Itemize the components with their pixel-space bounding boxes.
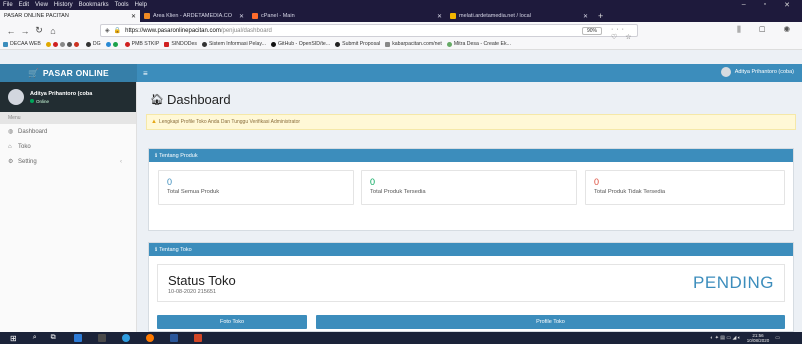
profile-toko-button[interactable]: Profile Toko [316, 315, 785, 329]
sidebar-item-toko[interactable]: ⌂ Toko [0, 139, 136, 154]
menu-tools[interactable]: Tools [115, 2, 129, 8]
warning-icon: ▲ [151, 119, 157, 125]
avatar [8, 89, 24, 105]
tab-bar: PASAR ONLINE PACITAN ✕ Area Klien - ARDE… [0, 9, 802, 22]
info-icon: ℹ [155, 246, 158, 253]
maximize-icon[interactable]: ▫ [764, 1, 766, 8]
task-view-icon[interactable]: ⧉ [51, 334, 56, 342]
status-badge: PENDING [693, 273, 774, 292]
clock[interactable]: 21:56 10/08/2020 [747, 333, 770, 343]
tray-icons[interactable]: ◐ ✦ ▤ ▭ ◢ 🔈︎ [710, 335, 740, 341]
system-tray: ◐ ✦ ▤ ▭ ◢ 🔈︎ 21:56 10/08/2020 ▭ [710, 333, 780, 343]
taskbar: ⊞ ⌕ ⧉ ◐ ✦ ▤ ▭ ◢ 🔈︎ 21:56 10/08/2020 ▭ [0, 332, 802, 344]
verification-alert: ▲ Lengkapi Profile Toko Anda Dan Tunggu … [146, 114, 796, 130]
tab-close-icon[interactable]: ✕ [583, 13, 588, 20]
menu-edit[interactable]: Edit [19, 2, 29, 8]
stat-total-produk: 0 Total Semua Produk [158, 170, 354, 205]
stat-produk-tidak-tersedia: 0 Total Produk Tidak Tersedia [585, 170, 785, 205]
close-window-icon[interactable]: ✕ [784, 1, 790, 9]
produk-box-header: ℹ Tentang Produk [149, 149, 793, 162]
home-icon[interactable]: ⌂ [46, 26, 60, 36]
windows-start-icon[interactable]: ⊞ [10, 334, 17, 343]
status-badge: Online [30, 99, 92, 104]
home-icon: ⌂ [8, 143, 12, 150]
search-icon[interactable]: ⌕ [33, 334, 37, 342]
sidebar: Aditya Prihantoro (coba Online Menu ◍ Da… [0, 82, 137, 332]
tab-cpanel[interactable]: cPanel - Main ✕ [248, 10, 446, 22]
tab-pasar-online[interactable]: PASAR ONLINE PACITAN ✕ [0, 10, 140, 22]
firefox-icon[interactable] [145, 334, 154, 342]
bookmark-sistem-informasi[interactable]: Sistem Informasi Pelay... [201, 41, 266, 47]
back-icon[interactable]: ← [4, 26, 18, 36]
menu-help[interactable]: Help [135, 2, 147, 8]
bookmark-kabarpacitan[interactable]: kabarpacitan.com/net [385, 41, 442, 47]
produk-box: ℹ Tentang Produk 0 Total Semua Produk 0 … [148, 148, 794, 231]
tab-area-klien[interactable]: Area Klien - ARDETAMEDIA.CO ✕ [140, 10, 248, 22]
menu-view[interactable]: View [35, 2, 48, 8]
nav-bar: ← → ↻ ⌂ ◈ 🔒 https://www.pasaronlinepacit… [0, 22, 802, 41]
chevron-left-icon: ‹ [120, 158, 122, 165]
dashboard-icon: 🏠︎ [150, 94, 164, 106]
bookmark-icons-2[interactable] [105, 41, 120, 47]
menu-file[interactable]: File [3, 2, 13, 8]
foto-toko-button[interactable]: Foto Toko [157, 315, 307, 329]
favicon-icon [450, 13, 456, 19]
status-toko: Status Toko 10-08-2020 215651 PENDING [157, 264, 785, 302]
favicon-icon [144, 13, 150, 19]
tab-close-icon[interactable]: ✕ [131, 13, 136, 20]
bookmark-submit-proposal[interactable]: Submit Proposal [335, 41, 380, 47]
forward-icon[interactable]: → [18, 26, 32, 36]
sidebar-item-dashboard[interactable]: ◍ Dashboard [0, 124, 136, 139]
bookmark-icons[interactable] [45, 41, 81, 47]
paint-icon[interactable] [97, 334, 106, 342]
bookmark-sindodes[interactable]: SINDODes [164, 41, 197, 47]
toolbar-icons[interactable]: ⫼ ▢ ◉ [737, 25, 798, 35]
menu-history[interactable]: History [54, 2, 73, 8]
browser-icon[interactable] [121, 334, 130, 342]
cart-icon: 🛒 [28, 67, 39, 78]
bookmark-decaa[interactable]: DECAA WEB [3, 41, 41, 47]
word-icon[interactable] [169, 334, 178, 342]
app-topbar: ≡ Aditya Prihantoro (coba) [137, 64, 802, 82]
hamburger-icon[interactable]: ≡ [143, 69, 148, 78]
new-tab-icon[interactable]: + [592, 10, 609, 22]
tab-close-icon[interactable]: ✕ [239, 13, 244, 20]
info-icon: ℹ [155, 152, 158, 159]
avatar [720, 67, 731, 77]
minimize-icon[interactable]: – [742, 1, 746, 8]
reload-icon[interactable]: ↻ [32, 25, 46, 36]
favicon-icon [252, 13, 258, 19]
browser-menubar: File Edit View History Bookmarks Tools H… [0, 0, 802, 9]
bookmarks-bar: DECAA WEB DG PMB STKIP SINDODes Sistem I… [0, 39, 802, 50]
gear-icon: ⚙ [8, 159, 14, 165]
url-bar[interactable]: ◈ 🔒 https://www.pasaronlinepacitan.com/p… [100, 24, 638, 41]
tab-close-icon[interactable]: ✕ [437, 13, 442, 20]
user-panel: Aditya Prihantoro (coba Online [0, 82, 136, 112]
user-menu[interactable]: Aditya Prihantoro (coba) [720, 67, 794, 77]
bookmark-pmb[interactable]: PMB STKIP [124, 41, 159, 47]
file-explorer-icon[interactable] [73, 334, 82, 342]
menu-bookmarks[interactable]: Bookmarks [79, 2, 109, 8]
tab-melati[interactable]: melati.ardetamedia.net / local ✕ [446, 10, 592, 22]
sidebar-item-setting[interactable]: ⚙ Setting ‹ [0, 154, 136, 169]
bookmark-dg[interactable]: DG [85, 41, 101, 47]
menu-header: Menu [0, 112, 136, 124]
bookmark-mitra-desa[interactable]: Mitra Desa - Create Ek... [446, 41, 511, 47]
bookmark-github[interactable]: GitHub - OpenSID/te... [270, 41, 330, 47]
page-title: 🏠︎ Dashboard [150, 92, 231, 107]
app-logo[interactable]: 🛒 PASAR ONLINE [0, 64, 137, 82]
shield-icon: ◈ [105, 28, 110, 34]
powerpoint-icon[interactable] [193, 334, 202, 342]
toko-box-header: ℹ Tentang Toko [149, 243, 793, 256]
stat-produk-tersedia: 0 Total Produk Tersedia [361, 170, 577, 205]
dashboard-icon: ◍ [8, 129, 14, 135]
zoom-level[interactable]: 90% [582, 27, 603, 35]
lock-icon: 🔒 [113, 28, 122, 34]
notification-icon[interactable]: ▭ [775, 335, 780, 341]
